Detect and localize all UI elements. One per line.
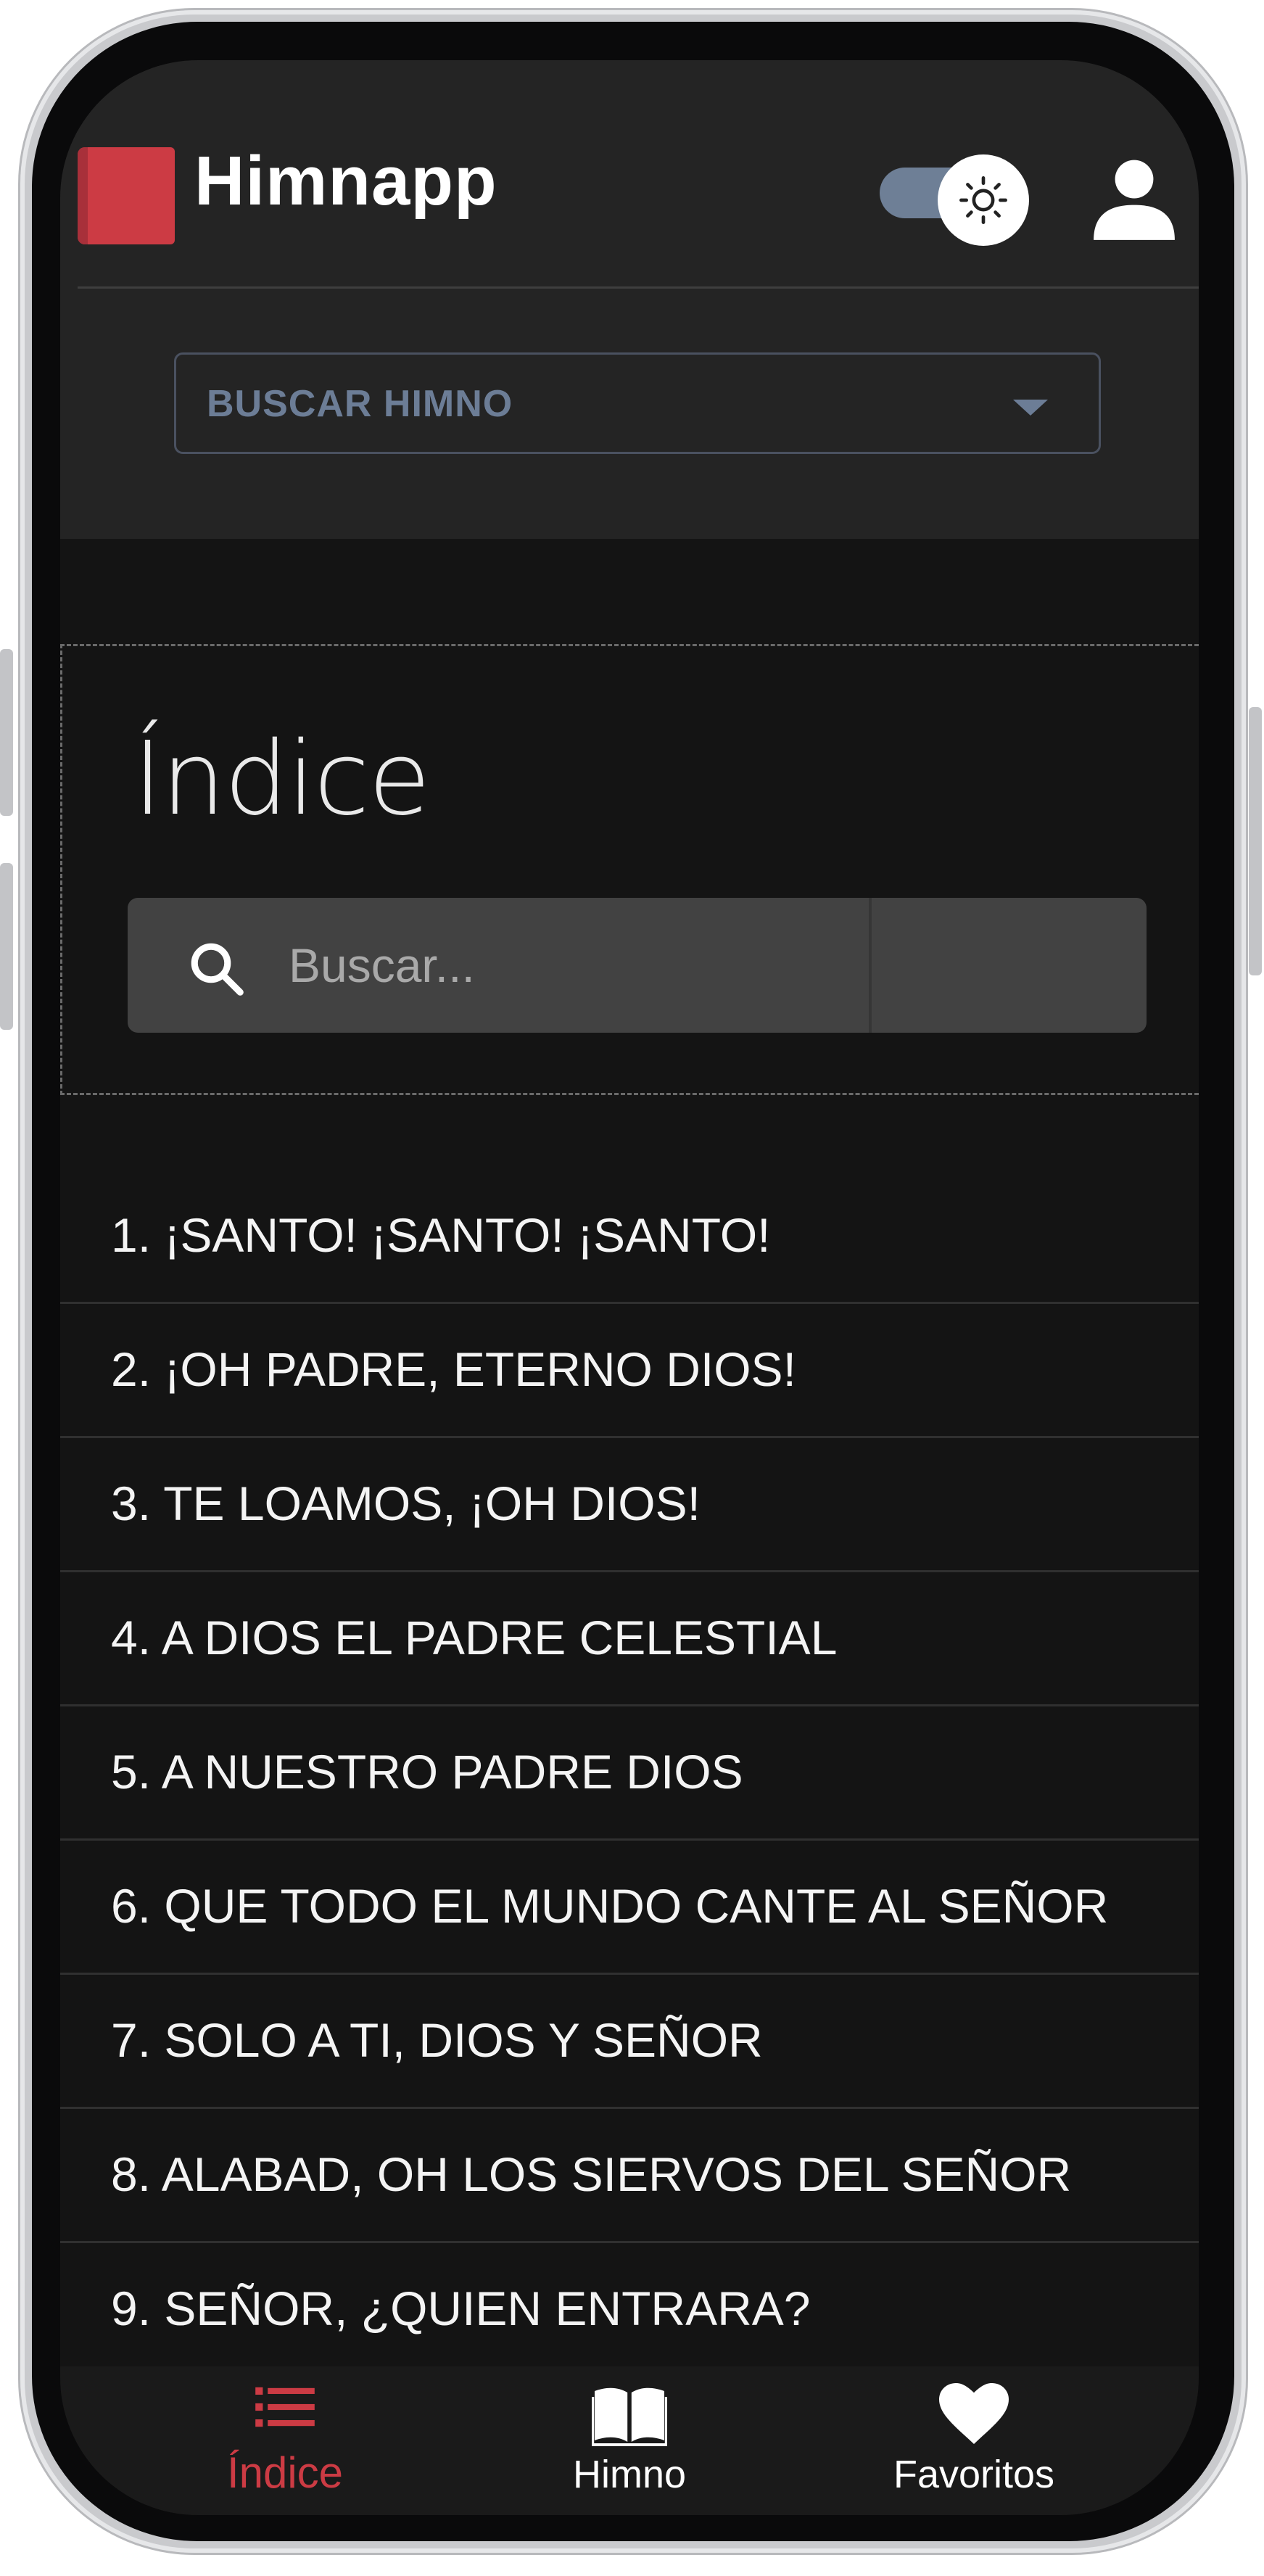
phone-power-button bbox=[1249, 707, 1262, 975]
list-icon bbox=[255, 2382, 315, 2435]
app-screen: Himnapp BUSCAR HIMNO Índice Buscar... 1.… bbox=[60, 60, 1199, 2515]
nav-item-himno[interactable]: Himno bbox=[441, 2366, 818, 2515]
hymn-list-item[interactable]: 2. ¡OH PADRE, ETERNO DIOS! bbox=[60, 1304, 1199, 1438]
search-box bbox=[128, 898, 1147, 1033]
hymn-list-item[interactable]: 1. ¡SANTO! ¡SANTO! ¡SANTO! bbox=[60, 1170, 1199, 1304]
book-logo-icon bbox=[78, 147, 175, 244]
hymn-list-item[interactable]: 8. ALABAD, OH LOS SIERVOS DEL SEÑOR bbox=[60, 2109, 1199, 2243]
hymn-list-item[interactable]: 3. TE LOAMOS, ¡OH DIOS! bbox=[60, 1438, 1199, 1572]
sun-icon bbox=[938, 154, 1029, 246]
hymn-list-item[interactable]: 4. A DIOS EL PADRE CELESTIAL bbox=[60, 1572, 1199, 1706]
search-icon bbox=[186, 938, 247, 999]
nav-label-favoritos: Favoritos bbox=[893, 2453, 1055, 2496]
theme-toggle[interactable] bbox=[880, 154, 1032, 246]
hymn-select-dropdown[interactable]: BUSCAR HIMNO bbox=[174, 352, 1101, 454]
bottom-navigation: Índice Himno Favoritos bbox=[60, 2366, 1199, 2515]
search-input[interactable] bbox=[287, 927, 856, 1004]
chevron-down-icon bbox=[1013, 400, 1048, 416]
user-icon[interactable] bbox=[1090, 154, 1178, 244]
nav-item-indice[interactable]: Índice bbox=[96, 2366, 474, 2515]
nav-item-favoritos[interactable]: Favoritos bbox=[785, 2366, 1162, 2515]
hymn-list-item[interactable]: 7. SOLO A TI, DIOS Y SEÑOR bbox=[60, 1975, 1199, 2109]
heart-icon bbox=[939, 2382, 1009, 2448]
book-icon bbox=[592, 2382, 667, 2450]
app-title: Himnapp bbox=[194, 142, 497, 220]
nav-label-himno: Himno bbox=[572, 2453, 687, 2496]
hymn-list-item[interactable]: 9. SEÑOR, ¿QUIEN ENTRARA? bbox=[60, 2243, 1199, 2377]
header-divider bbox=[78, 286, 1199, 289]
app-header: Himnapp BUSCAR HIMNO bbox=[60, 60, 1199, 539]
page-title: Índice bbox=[133, 720, 431, 838]
hymn-list-item[interactable]: 6. QUE TODO EL MUNDO CANTE AL SEÑOR bbox=[60, 1841, 1199, 1975]
phone-volume-up-button bbox=[0, 649, 13, 816]
hymn-list: 1. ¡SANTO! ¡SANTO! ¡SANTO! 2. ¡OH PADRE,… bbox=[60, 1170, 1199, 2377]
search-divider bbox=[869, 898, 872, 1033]
nav-label-indice: Índice bbox=[226, 2448, 344, 2497]
hymn-list-item[interactable]: 5. A NUESTRO PADRE DIOS bbox=[60, 1706, 1199, 1841]
phone-volume-down-button bbox=[0, 863, 13, 1030]
hymn-select-label: BUSCAR HIMNO bbox=[207, 383, 513, 425]
